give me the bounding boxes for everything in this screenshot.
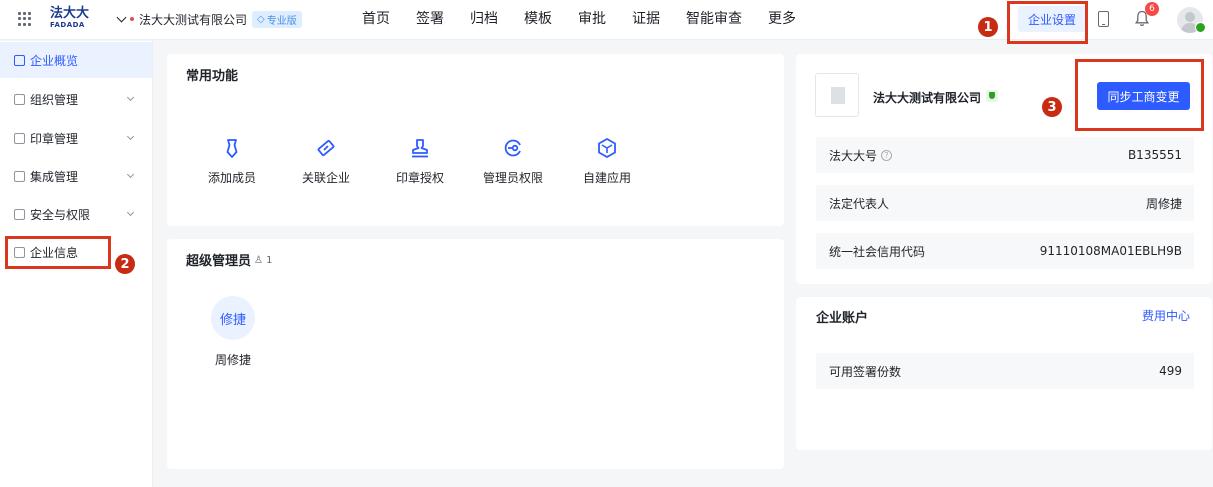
app-grid-icon[interactable] [18, 12, 32, 26]
overview-icon [14, 54, 25, 66]
seal-auth-shortcut[interactable]: 印章授权 [380, 137, 460, 186]
chevron-down-icon [126, 132, 135, 141]
info-label: 法大大号 [829, 148, 878, 163]
info-row-legal-rep: 法定代表人 周修捷 [816, 185, 1194, 221]
annotation-box-sync [1075, 59, 1204, 131]
info-label: 法定代表人 [829, 196, 890, 211]
admin-avatar[interactable]: 修捷 [211, 296, 255, 340]
add-member-shortcut[interactable]: 添加成员 [192, 137, 272, 186]
fadada-logo[interactable]: 法大大 FADADA [50, 7, 90, 33]
mobile-icon[interactable] [1098, 11, 1109, 27]
nav-item-evidence[interactable]: 证据 [632, 10, 660, 28]
chevron-down-icon [126, 93, 135, 102]
info-row-sign-quota: 可用签署份数 499 [816, 353, 1194, 389]
sidebar-item-integration[interactable]: 集成管理 [0, 158, 152, 194]
notification-badge: 6 [1145, 2, 1159, 16]
status-dot [130, 17, 134, 21]
account-title: 企业账户 [816, 311, 869, 326]
sidebar-item-overview[interactable]: 企业概览 [0, 42, 152, 78]
diamond-icon: ◇ [257, 13, 265, 25]
seal-auth-icon [412, 139, 428, 158]
sidebar-item-org[interactable]: 组织管理 [0, 81, 152, 117]
custom-app-shortcut[interactable]: 自建应用 [567, 137, 647, 186]
company-name: 法大大测试有限公司 [139, 12, 248, 27]
annotation-box-settings [1007, 1, 1088, 44]
sidebar-item-label: 组织管理 [30, 92, 79, 107]
nav-item-sign[interactable]: 签署 [416, 10, 444, 28]
info-label: 统一社会信用代码 [829, 244, 926, 259]
sidebar-item-label: 集成管理 [30, 169, 79, 184]
help-icon[interactable]: ? [881, 149, 893, 161]
nav-item-template[interactable]: 模板 [524, 10, 552, 28]
nav-item-archive[interactable]: 归档 [470, 10, 498, 28]
admin-permission-shortcut[interactable]: 管理员权限 [473, 137, 553, 186]
annotation-number: 3 [1042, 97, 1062, 117]
function-label: 管理员权限 [482, 171, 543, 185]
sidebar-item-seal[interactable]: 印章管理 [0, 120, 152, 156]
annotation-number: 1 [978, 17, 998, 37]
verified-shield-icon [986, 90, 998, 102]
fee-center-link[interactable]: 费用中心 [1130, 307, 1190, 324]
function-label: 关联企业 [301, 171, 350, 185]
chevron-down-icon [126, 170, 135, 179]
plan-badge: ◇ 专业版 [252, 10, 302, 28]
sidebar-item-label: 企业概览 [30, 53, 79, 68]
annotation-box-company-info [5, 236, 111, 269]
function-label: 印章授权 [395, 171, 444, 185]
common-functions-title: 常用功能 [186, 69, 239, 84]
security-icon [14, 208, 25, 220]
admin-name: 周修捷 [214, 353, 251, 367]
annotation-number: 2 [115, 254, 135, 274]
nav-item-smart-review[interactable]: 智能审查 [686, 10, 742, 28]
sidebar-item-security[interactable]: 安全与权限 [0, 196, 152, 232]
chevron-down-icon [116, 12, 127, 22]
nav-item-more[interactable]: 更多 [768, 10, 796, 28]
sidebar-item-label: 安全与权限 [30, 207, 91, 222]
info-value: 91110108MA01EBLH9B [1039, 244, 1182, 258]
building-icon [815, 73, 859, 117]
info-value: 499 [1159, 364, 1182, 378]
admin-key-icon [504, 139, 521, 157]
super-admin-title: 超级管理员 [186, 254, 252, 269]
nav-item-approval[interactable]: 审批 [578, 10, 606, 28]
info-row-credit-code: 统一社会信用代码 91110108MA01EBLH9B [816, 233, 1194, 269]
sidebar-item-label: 印章管理 [30, 131, 79, 146]
company-switcher[interactable]: 法大大测试有限公司 ◇ 专业版 [116, 10, 302, 28]
link-company-shortcut[interactable]: 关联企业 [286, 137, 366, 186]
company-name-label: 法大大测试有限公司 [873, 91, 982, 105]
function-label: 自建应用 [582, 171, 631, 185]
main-nav: 首页 签署 归档 模板 审批 证据 智能审查 更多 [362, 10, 822, 28]
org-icon [14, 93, 25, 105]
chevron-down-icon [126, 208, 135, 217]
nav-item-home[interactable]: 首页 [362, 10, 390, 28]
info-value: B135551 [1127, 148, 1182, 162]
admin-count: ♙ 1 [254, 255, 273, 266]
info-label: 可用签署份数 [829, 364, 902, 379]
info-value: 周修捷 [1145, 196, 1182, 211]
cube-icon [598, 138, 616, 158]
add-member-icon [226, 139, 238, 158]
link-company-icon [317, 139, 335, 157]
verified-check-icon [1195, 22, 1206, 33]
user-icon: ♙ [254, 255, 263, 266]
info-row-fadada-id: 法大大号? B135551 [816, 137, 1194, 173]
function-label: 添加成员 [207, 171, 256, 185]
seal-icon [14, 132, 25, 144]
integration-icon [14, 170, 25, 182]
